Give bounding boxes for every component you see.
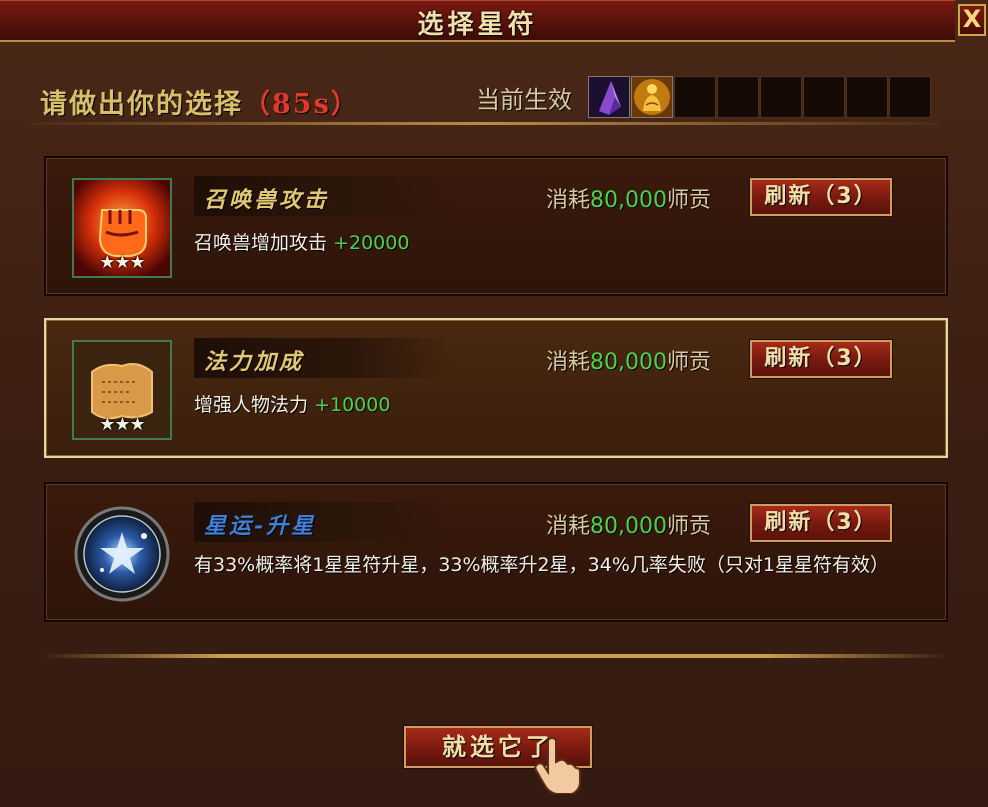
active-slot-5[interactable] [760, 76, 802, 118]
cost-label: 消耗 [546, 350, 591, 375]
refresh-button[interactable]: 刷新（3） [750, 504, 892, 542]
title-bar: 选择星符 [0, 0, 955, 42]
active-slot-4[interactable] [717, 76, 759, 118]
star-rating: ★★★ [99, 252, 145, 273]
active-effects-label: 当前生效 [476, 86, 572, 114]
purple-crystal-icon [589, 77, 629, 117]
active-effect-slots [588, 76, 931, 118]
option-name: 法力加成 [204, 349, 305, 375]
prompt-heading: 请做出你的选择（85s） [40, 82, 360, 121]
option-name: 星运-升星 [204, 513, 317, 539]
active-slot-1[interactable] [588, 76, 630, 118]
refresh-button[interactable]: 刷新（3） [750, 178, 892, 216]
bonus-value: +20000 [333, 232, 410, 254]
dialog-title: 选择星符 [417, 10, 538, 40]
option-icon-frame: ★★★ [72, 178, 172, 278]
option-card-mana-boost[interactable]: ★★★ 法力加成 增强人物法力 +10000 消耗80,000师贡 刷新（3） [44, 318, 948, 458]
option-description: 有33%概率将1星星符升星，33%概率升2星，34%几率失败（只对1星星符有效） [194, 554, 889, 576]
header-divider [30, 122, 940, 125]
cost-amount: 80,000 [590, 514, 667, 539]
option-name: 召唤兽攻击 [204, 187, 330, 213]
countdown-timer: （85s） [243, 89, 360, 120]
cost-amount: 80,000 [590, 350, 667, 375]
select-star-rune-dialog: 选择星符 X 请做出你的选择（85s） 当前生效 ★★★ 召唤兽攻击 召唤兽增加… [0, 0, 988, 807]
cost-unit: 师贡 [667, 350, 712, 375]
cost-amount: 80,000 [590, 188, 667, 213]
cost-text: 消耗80,000师贡 [546, 182, 711, 214]
active-slot-2[interactable] [631, 76, 673, 118]
desc-text: 召唤兽增加攻击 [194, 232, 328, 254]
close-button[interactable]: X [958, 4, 986, 36]
hand-pointer-icon [534, 737, 581, 794]
active-slot-7[interactable] [846, 76, 888, 118]
cost-text: 消耗80,000师贡 [546, 508, 711, 540]
golden-buddha-icon [632, 77, 672, 117]
prompt-text: 请做出你的选择 [40, 89, 243, 120]
option-card-summon-attack[interactable]: ★★★ 召唤兽攻击 召唤兽增加攻击 +20000 消耗80,000师贡 刷新（3… [44, 156, 948, 296]
cost-text: 消耗80,000师贡 [546, 344, 711, 376]
star-orb-icon [74, 506, 170, 602]
footer-divider [44, 654, 944, 658]
option-description: 召唤兽增加攻击 +20000 [194, 228, 409, 255]
option-icon-frame: ★★★ [72, 340, 172, 440]
star-rating: ★★★ [99, 414, 145, 435]
cost-unit: 师贡 [667, 514, 712, 539]
active-slot-6[interactable] [803, 76, 845, 118]
active-slot-3[interactable] [674, 76, 716, 118]
option-card-star-upgrade[interactable]: 星运-升星 有33%概率将1星星符升星，33%概率升2星，34%几率失败（只对1… [44, 482, 948, 622]
cost-label: 消耗 [546, 514, 591, 539]
active-slot-8[interactable] [889, 76, 931, 118]
bonus-value: +10000 [314, 394, 391, 416]
desc-text: 增强人物法力 [194, 394, 309, 416]
cost-label: 消耗 [546, 188, 591, 213]
refresh-button[interactable]: 刷新（3） [750, 340, 892, 378]
cost-unit: 师贡 [667, 188, 712, 213]
option-description: 增强人物法力 +10000 [194, 390, 390, 417]
